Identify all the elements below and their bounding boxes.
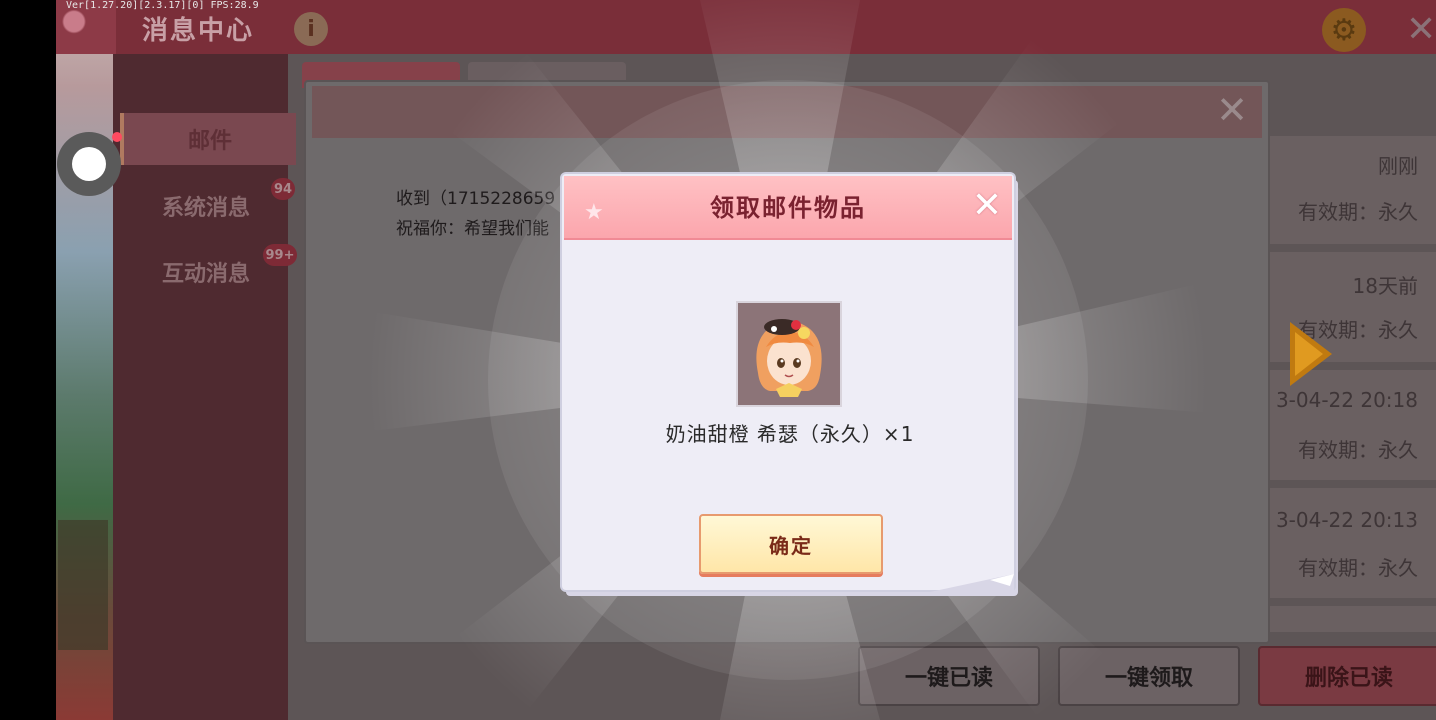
system-count-badge: 94 bbox=[271, 178, 295, 200]
list-item[interactable]: 刚刚 有效期：永久 bbox=[1268, 136, 1436, 244]
list-item[interactable]: 3-04-22 20:13 有效期：永久 bbox=[1268, 488, 1436, 598]
character-portrait-icon bbox=[738, 303, 840, 405]
list-item[interactable] bbox=[1268, 606, 1436, 632]
page-curl-decoration bbox=[930, 574, 1014, 592]
sidebar-item-system[interactable]: 系统消息 bbox=[120, 180, 292, 232]
list-item-validity: 有效期：永久 bbox=[1298, 200, 1418, 224]
list-item-time: 刚刚 bbox=[1378, 154, 1418, 178]
info-icon[interactable]: i bbox=[294, 12, 328, 46]
interaction-count-badge: 99+ bbox=[263, 244, 297, 266]
claim-all-button[interactable]: 一键领取 bbox=[1058, 646, 1240, 706]
gear-icon[interactable]: ⚙ bbox=[1322, 8, 1366, 52]
mail-detail-header bbox=[312, 86, 1262, 138]
item-name-label: 奶油甜橙 希瑟（永久）×1 bbox=[665, 422, 915, 446]
close-icon[interactable]: ✕ bbox=[970, 188, 1004, 224]
sidebar-item-mail[interactable]: 邮件 bbox=[120, 113, 296, 165]
notification-dot bbox=[112, 132, 122, 142]
close-icon[interactable]: ✕ bbox=[1406, 10, 1436, 50]
joystick-knob[interactable] bbox=[72, 147, 106, 181]
close-icon[interactable]: ✕ bbox=[1214, 91, 1250, 129]
delete-read-button[interactable]: 删除已读 bbox=[1258, 646, 1436, 706]
mail-body-line: 祝福你：希望我们能 bbox=[396, 219, 549, 239]
list-item-time: 3-04-22 20:18 bbox=[1275, 388, 1418, 412]
list-item-time: 18天前 bbox=[1352, 274, 1418, 298]
dialog-title: 领取邮件物品 bbox=[710, 194, 866, 222]
list-item[interactable]: 3-04-22 20:18 有效期：永久 bbox=[1268, 370, 1436, 480]
arrow-right-icon-inner bbox=[1295, 332, 1323, 376]
list-item-validity: 有效期：永久 bbox=[1298, 556, 1418, 580]
scene-block bbox=[58, 520, 108, 650]
list-item-time: 3-04-22 20:13 bbox=[1275, 508, 1418, 532]
page-title: 消息中心 bbox=[142, 16, 255, 46]
confirm-button[interactable]: 确定 bbox=[699, 514, 883, 574]
title-bar bbox=[56, 0, 1436, 54]
left-black-bar bbox=[0, 0, 56, 720]
list-item-validity: 有效期：永久 bbox=[1298, 438, 1418, 462]
item-icon-frame bbox=[736, 301, 842, 407]
mark-all-read-button[interactable]: 一键已读 bbox=[858, 646, 1040, 706]
mail-sender-line: 收到（1715228659 bbox=[396, 189, 556, 209]
